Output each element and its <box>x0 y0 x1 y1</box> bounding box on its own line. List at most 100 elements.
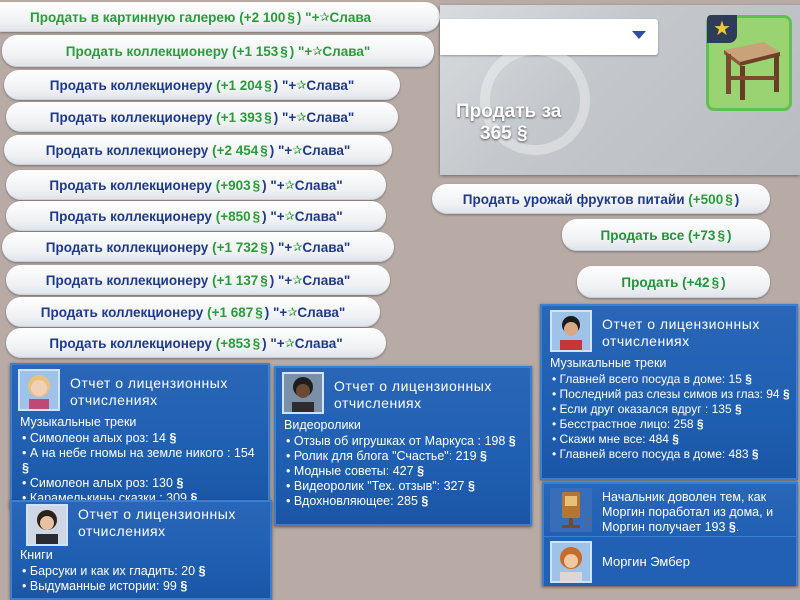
sell-button-label: Продать коллекционеру <box>45 272 209 288</box>
royalty-list: Отзыв об игрушках от Маркуса : 198 § Рол… <box>282 434 524 509</box>
simoleon-icon: § <box>22 461 29 475</box>
list-item: Если друг оказался вдруг : 135 § <box>552 402 790 417</box>
star-icon: ✰ <box>284 209 295 223</box>
list-item: Видеоролик "Тех. отзыв": 327 § <box>286 479 524 494</box>
sell-pitaya-amount: (+500 <box>688 191 724 207</box>
avatar <box>26 504 68 546</box>
notification-category: Музыкальные треки <box>20 415 137 429</box>
sell-to-collector-button[interactable]: Продать коллекционеру (+903 §) "+ ✰ Слава" <box>6 170 386 200</box>
sell-to-collector-button[interactable]: Продать коллекционеру (+1 732 §) "+ ✰ Слава… <box>2 232 394 262</box>
fame-label: Слава" <box>302 239 351 255</box>
sell-to-collector-button[interactable]: Продать коллекционеру (+2 454 §) "+ ✰ Слава… <box>4 135 392 165</box>
sell-to-collector-button[interactable]: Продать коллекционеру (+1 687 §) "+ ✰ Слава… <box>6 297 380 327</box>
chevron-down-icon <box>632 31 646 39</box>
sell-to-collector-button[interactable]: Продать коллекционеру (+1 204 §) "+ ✰ Слава… <box>4 70 400 100</box>
royalty-list: Барсуки и как их гладить: 20 § Выдуманны… <box>18 564 264 594</box>
notification-title: Отчет о лицензионных отчислениях <box>602 316 760 349</box>
simoleon-icon: § <box>252 177 261 193</box>
list-item: Главней всего посуда в доме: 483 § <box>552 447 790 462</box>
list-item: А на небе гномы на земле никого : 154 § <box>22 446 262 476</box>
star-icon: ✰ <box>284 178 295 192</box>
list-item: Барсуки и как их гладить: 20 § <box>22 564 264 579</box>
notification-title: Отчет о лицензионных отчислениях <box>78 506 236 539</box>
sell-to-gallery-button[interactable]: Продать в картинную галерею (+2 100 §) "+… <box>0 2 440 32</box>
sell-price-value: 365 <box>480 123 512 144</box>
fame-label: Слава" <box>294 177 343 193</box>
avatar <box>550 310 592 352</box>
simoleon-icon: § <box>734 402 742 416</box>
sell-button-amount: (+1 153 <box>232 43 279 59</box>
star-icon: ✰ <box>292 143 303 157</box>
star-icon: ✰ <box>296 78 307 92</box>
notification-category: Книги <box>20 548 53 562</box>
sell-button-label: Продать коллекционеру <box>49 208 212 224</box>
sell-pitaya-button[interactable]: Продать урожай фруктов питайи (+500 §) <box>432 184 770 214</box>
sell-to-collector-button[interactable]: Продать коллекционеру (+1 153 §) "+ ✰ Слава… <box>2 35 434 67</box>
notification-category: Музыкальные треки <box>550 356 667 370</box>
sell-button-label: Продать коллекционеру <box>49 109 213 125</box>
sell-button-suffix: ) "+ <box>269 239 293 255</box>
fame-label: Слава" <box>302 142 351 158</box>
sell-button-label: Продать коллекционеру <box>49 177 212 193</box>
sell-all-amount: (+73 <box>688 227 716 243</box>
sell-button-label: Продать коллекционеру <box>40 304 204 320</box>
star-icon: ✰ <box>292 240 303 254</box>
list-item: Скажи мне все: 484 § <box>552 432 790 447</box>
sell-button-amount: (+850 <box>215 208 251 224</box>
star-icon: ✰ <box>312 44 323 58</box>
sell-button-label: Продать коллекционеру <box>65 43 229 59</box>
simoleon-icon: § <box>260 239 268 255</box>
simoleon-icon: § <box>421 494 429 508</box>
sell-to-collector-button[interactable]: Продать коллекционеру (+1 137 §) "+ ✰ Слава… <box>6 265 390 295</box>
simoleon-icon: § <box>508 434 516 448</box>
sell-to-collector-button[interactable]: Продать коллекционеру (+853 §) "+ ✰ Слава" <box>6 328 386 358</box>
sell-button-suffix: ) "+ <box>269 272 293 288</box>
simoleon-icon: § <box>696 417 704 431</box>
royalty-notification-books: Отчет о лицензионных отчислениях Книги Б… <box>10 500 272 600</box>
list-item: Симолеон алых роз: 130 § <box>22 476 262 491</box>
sell-price: Продать за 365 § <box>456 101 561 145</box>
sell-button-amount: (+1 393 <box>216 109 263 125</box>
sell-button[interactable]: Продать (+42 §) <box>577 266 770 298</box>
simoleon-icon: § <box>717 227 725 243</box>
sell-button-suffix: ) "+ <box>269 142 293 158</box>
list-item: Бесстрастное лицо: 258 § <box>552 417 790 432</box>
avatar <box>18 369 60 411</box>
item-thumbnail[interactable]: ★ <box>706 15 792 111</box>
sell-all-button[interactable]: Продать все (+73 §) <box>562 219 770 251</box>
royalty-list: Симолеон алых роз: 14 § А на небе гномы … <box>18 431 262 506</box>
list-item: Ролик для блога "Счастье": 219 § <box>286 449 524 464</box>
sell-button-amount: (+1 137 <box>212 272 259 288</box>
sell-button-amount: (+1 732 <box>212 239 259 255</box>
simoleon-icon: § <box>480 449 487 463</box>
notification-title: Отчет о лицензионных отчислениях <box>334 378 492 411</box>
sell-to-collector-button[interactable]: Продать коллекционеру (+850 §) "+ ✰ Слава" <box>6 201 386 231</box>
close-paren: ) <box>721 274 726 290</box>
sell-button-label: Продать коллекционеру <box>45 142 209 158</box>
close-paren: ) <box>734 191 740 207</box>
simoleon-icon: § <box>180 579 188 593</box>
fame-label: Слава" <box>297 304 346 320</box>
sell-to-collector-button[interactable]: Продать коллекционеру (+1 393 §) "+ ✰ Слава… <box>6 102 398 132</box>
sell-button-label: Продать коллекционеру <box>49 335 212 351</box>
simoleon-icon: § <box>751 447 759 461</box>
sell-button-amount: (+2 454 <box>212 142 259 158</box>
star-icon: ✰ <box>296 110 307 124</box>
royalty-notification-music-right: Отчет о лицензионных отчислениях Музыкал… <box>540 304 798 480</box>
sell-panel: Продать за 365 § ★ <box>440 5 800 175</box>
notification-category: Видеоролики <box>284 418 361 432</box>
royalty-notification-music-left: Отчет о лицензионных отчислениях Музыкал… <box>10 363 270 509</box>
list-item: Симолеон алых роз: 14 § <box>22 431 262 446</box>
career-notification: Начальник доволен тем, как Моргин порабо… <box>542 482 798 586</box>
simoleon-icon: § <box>252 335 261 351</box>
fame-label: Слава" <box>306 109 355 125</box>
simoleon-icon: § <box>255 304 263 320</box>
list-item: Последний раз слезы симов из глаз: 94 § <box>552 387 790 402</box>
sell-button-label: Продать коллекционеру <box>45 239 209 255</box>
simoleon-icon: § <box>745 372 752 386</box>
fame-label: Слава" <box>306 77 355 93</box>
sell-amount: (+42 <box>682 274 710 290</box>
simoleon-icon: § <box>672 432 679 446</box>
simoleon-icon: § <box>252 208 261 224</box>
fame-label: Слава" <box>294 208 343 224</box>
